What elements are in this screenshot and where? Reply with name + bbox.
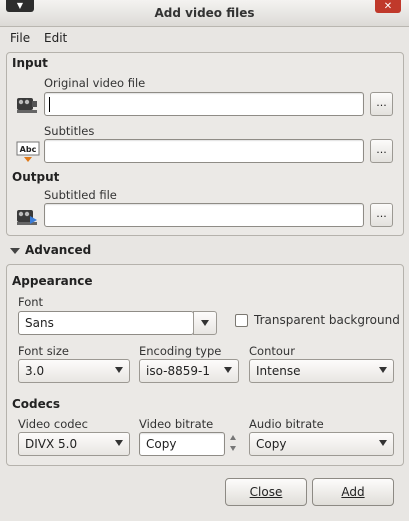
browse-subtitles-button[interactable]: ... [370,139,393,163]
audio-bitrate-value: Copy [256,437,287,451]
browse-original-button[interactable]: ... [370,92,393,116]
font-size-value: 3.0 [25,364,45,378]
film-export-icon [15,204,39,228]
menu-bar: File Edit [0,28,409,48]
original-video-label: Original video file [44,76,146,90]
chevron-down-icon [115,367,123,373]
chevron-down-icon [379,367,387,373]
title-bar: ▼ Add video files ✕ [0,0,409,27]
output-heading: Output [12,170,60,184]
menu-edit[interactable]: Edit [44,31,67,45]
original-video-input[interactable] [44,92,364,116]
encoding-type-combo[interactable]: iso-8859-1 [139,359,239,383]
chevron-down-icon [201,320,209,326]
spin-up-icon[interactable] [230,435,236,440]
transparent-background-checkbox[interactable] [235,314,248,327]
subtitle-icon-text: Abc [20,145,37,154]
font-size-label: Font size [18,344,69,358]
video-bitrate-value: Copy [146,437,177,451]
subtitled-file-input[interactable] [44,203,364,227]
font-combo-entry[interactable]: Sans [18,311,194,335]
video-codec-combo[interactable]: DIVX 5.0 [18,432,130,456]
font-value: Sans [25,316,54,330]
spin-down-icon[interactable] [230,446,236,451]
chevron-down-icon [224,367,232,373]
appearance-heading: Appearance [12,274,93,288]
font-size-combo[interactable]: 3.0 [18,359,130,383]
add-button-label: Add [341,485,365,499]
transparent-background-label[interactable]: Transparent background [254,313,400,327]
codecs-heading: Codecs [12,397,61,411]
close-button[interactable]: Close [225,478,307,506]
subtitled-file-label: Subtitled file [44,188,117,202]
menu-file[interactable]: File [10,31,30,45]
window-close-button[interactable]: ✕ [375,0,401,13]
expander-arrow-icon[interactable] [10,248,20,254]
audio-bitrate-label: Audio bitrate [249,417,324,431]
browse-output-button[interactable]: ... [370,203,393,227]
encoding-type-label: Encoding type [139,344,222,358]
advanced-expander[interactable]: Advanced [25,243,91,257]
encoding-type-value: iso-8859-1 [146,364,210,378]
window-title: Add video files [154,6,255,20]
contour-combo[interactable]: Intense [249,359,394,383]
contour-value: Intense [256,364,301,378]
input-heading: Input [12,56,48,70]
film-reel-icon [15,92,39,116]
close-button-label: Close [249,485,283,499]
font-dropdown-button[interactable] [193,311,217,335]
subtitles-input[interactable] [44,139,364,163]
subtitles-label: Subtitles [44,124,95,138]
video-bitrate-spinbutton[interactable]: Copy [139,432,225,456]
font-label: Font [18,295,44,309]
chevron-down-icon [379,440,387,446]
audio-bitrate-combo[interactable]: Copy [249,432,394,456]
video-codec-label: Video codec [18,417,88,431]
add-button[interactable]: Add [312,478,394,506]
subtitle-file-icon: Abc [16,140,40,164]
contour-label: Contour [249,344,295,358]
chevron-down-icon [115,440,123,446]
text-cursor [49,97,50,112]
video-bitrate-label: Video bitrate [139,417,214,431]
video-codec-value: DIVX 5.0 [25,437,78,451]
